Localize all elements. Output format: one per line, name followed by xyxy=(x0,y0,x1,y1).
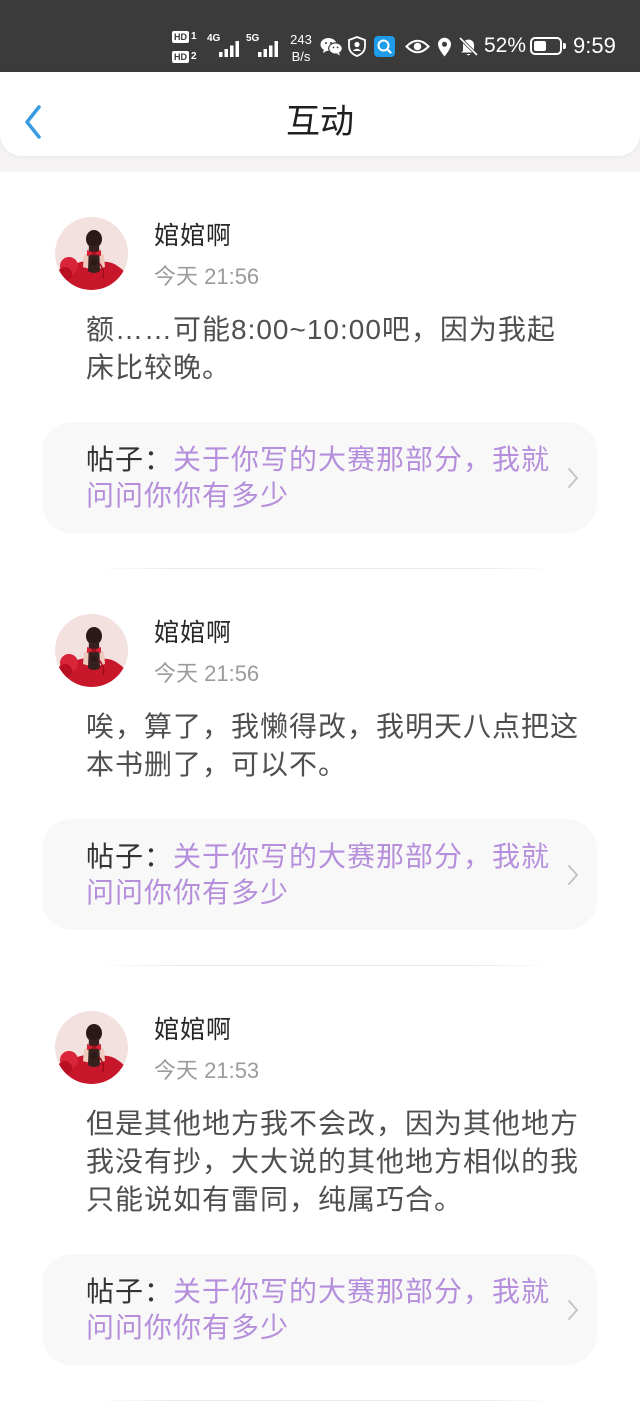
post-link-card[interactable]: 帖子：关于你写的大赛那部分，我就问问你你有多少 xyxy=(42,422,597,533)
location-icon xyxy=(438,37,451,57)
battery-tip xyxy=(563,43,566,49)
comment-item[interactable]: 婠婠啊 今天 21:56 唉，算了，我懒得改，我明天八点把这本书删了，可以不。 … xyxy=(0,569,640,965)
battery-icon xyxy=(530,37,566,55)
chevron-right-icon xyxy=(568,468,578,488)
nav-bar: 互动 xyxy=(0,72,640,156)
bell-off-icon xyxy=(458,36,479,57)
post-label: 帖子： xyxy=(86,840,174,872)
sim2-hd-badge: HD xyxy=(172,50,189,63)
post-text: 帖子：关于你写的大赛那部分，我就问问你你有多少 xyxy=(86,1274,556,1346)
status-bar: HD 1 HD 2 4G 5G 243 B/s 52% 9:59 xyxy=(0,0,640,72)
battery-track xyxy=(534,41,558,51)
comment-time: 今天 21:56 xyxy=(154,264,260,289)
comment-item[interactable]: 婠婠啊 今天 21:56 额……可能8:00~10:00吧，因为我起床比较晚。 … xyxy=(0,172,640,568)
comment-time: 今天 21:56 xyxy=(154,661,260,686)
clock: 9:59 xyxy=(573,33,616,58)
sim2-indicator: HD 2 xyxy=(172,50,197,63)
comment-text: 唉，算了，我懒得改，我明天八点把这本书删了，可以不。 xyxy=(86,711,580,780)
wechat-icon xyxy=(320,38,343,56)
battery-outline xyxy=(530,37,562,55)
comment-time: 今天 21:53 xyxy=(154,1058,260,1083)
comment-text: 额……可能8:00~10:00吧，因为我起床比较晚。 xyxy=(86,314,556,383)
battery-fill xyxy=(534,41,547,51)
search-app-icon xyxy=(374,36,395,57)
user-name[interactable]: 婠婠啊 xyxy=(154,1013,232,1047)
sim2-number: 2 xyxy=(191,50,197,62)
avatar[interactable] xyxy=(55,614,128,687)
shield-icon xyxy=(348,36,366,57)
post-link-card[interactable]: 帖子：关于你写的大赛那部分，我就问问你你有多少 xyxy=(42,819,597,930)
user-name[interactable]: 婠婠啊 xyxy=(154,616,232,650)
comment-header: 婠婠啊 今天 21:56 xyxy=(0,614,640,687)
signal-icon xyxy=(258,41,278,57)
post-link-card[interactable]: 帖子：关于你写的大赛那部分，我就问问你你有多少 xyxy=(42,1254,597,1365)
post-text: 帖子：关于你写的大赛那部分，我就问问你你有多少 xyxy=(86,839,556,911)
post-text: 帖子：关于你写的大赛那部分，我就问问你你有多少 xyxy=(86,442,556,514)
signal-icon xyxy=(219,41,239,57)
post-label: 帖子： xyxy=(86,443,174,475)
user-name[interactable]: 婠婠啊 xyxy=(154,219,232,253)
sim1-number: 1 xyxy=(191,30,197,42)
battery-percent: 52% xyxy=(484,34,527,57)
chevron-right-icon xyxy=(568,1300,578,1320)
avatar-image xyxy=(55,1011,128,1084)
sim1-indicator: HD 1 xyxy=(172,30,197,43)
comment-header: 婠婠啊 今天 21:56 xyxy=(0,217,640,290)
comment-item[interactable]: 婠婠啊 今天 21:53 但是其他地方我不会改，因为其他地方我没有抄，大大说的其… xyxy=(0,966,640,1400)
comment-text: 但是其他地方我不会改，因为其他地方我没有抄，大大说的其他地方相似的我只能说如有雷… xyxy=(86,1108,580,1215)
sim1-hd-badge: HD xyxy=(172,30,189,43)
comment-list: 婠婠啊 今天 21:56 额……可能8:00~10:00吧，因为我起床比较晚。 … xyxy=(0,172,640,1422)
net-speed-value: 243 xyxy=(290,32,312,47)
net-speed-unit: B/s xyxy=(291,49,311,64)
divider xyxy=(96,1400,556,1401)
avatar-image xyxy=(55,217,128,290)
avatar[interactable] xyxy=(55,1011,128,1084)
eye-icon xyxy=(405,39,430,54)
page-title: 互动 xyxy=(286,103,354,141)
avatar-image xyxy=(55,614,128,687)
post-label: 帖子： xyxy=(86,1275,174,1307)
chevron-right-icon xyxy=(568,865,578,885)
avatar[interactable] xyxy=(55,217,128,290)
comment-header: 婠婠啊 今天 21:53 xyxy=(0,1011,640,1084)
